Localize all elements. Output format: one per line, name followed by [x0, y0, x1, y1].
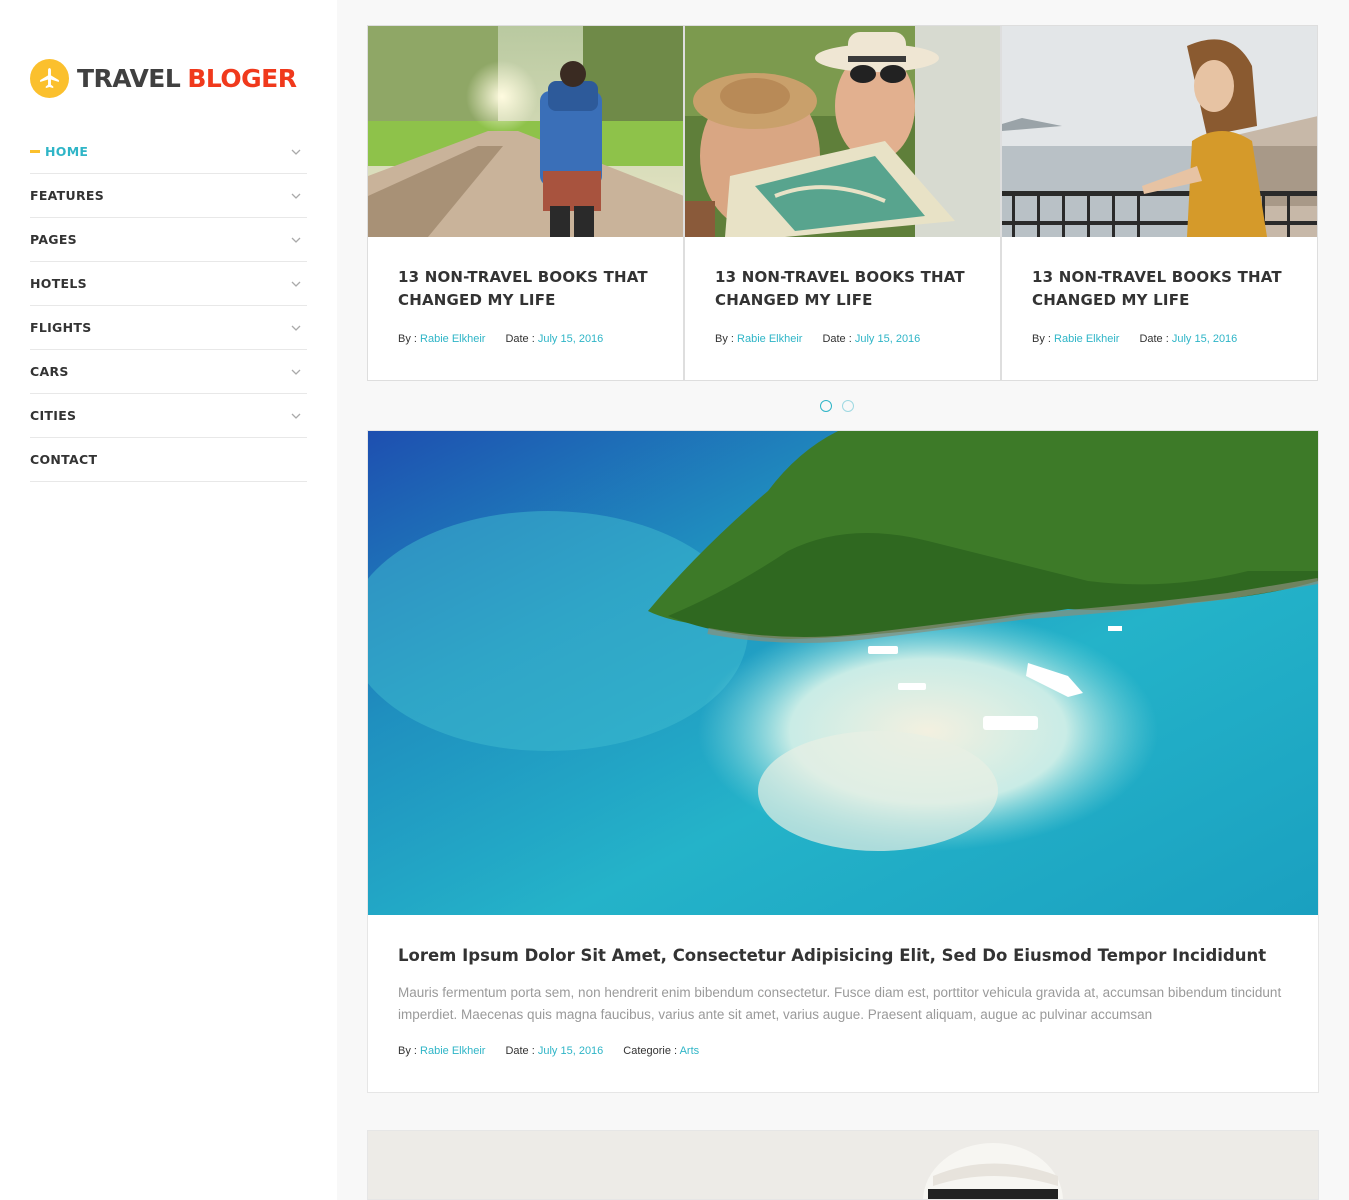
- date-link[interactable]: July 15, 2016: [538, 333, 603, 345]
- card-meta: By : Rabie Elkheir Date : July 15, 2016: [715, 333, 920, 345]
- nav-item-label: HOTELS: [30, 276, 87, 291]
- card-title[interactable]: 13 NON-TRAVEL BOOKS THAT CHANGED MY LIFE: [1032, 266, 1292, 312]
- slider-pagination: [820, 400, 854, 412]
- featured-slider: 13 NON-TRAVEL BOOKS THAT CHANGED MY LIFE…: [367, 25, 1319, 381]
- meta-date-label: Date :: [1139, 333, 1169, 345]
- chevron-down-icon[interactable]: [289, 145, 303, 159]
- main-nav: HOME FEATURES PAGES HOTELS FLIGHTS CARS CITIES…: [30, 130, 307, 482]
- slider-card[interactable]: 13 NON-TRAVEL BOOKS THAT CHANGED MY LIFE…: [684, 25, 1001, 381]
- meta-by-label: By :: [715, 333, 734, 345]
- airplane-icon: [30, 58, 69, 98]
- slider-card[interactable]: 13 NON-TRAVEL BOOKS THAT CHANGED MY LIFE…: [367, 25, 684, 381]
- meta-date-label: Date :: [505, 333, 535, 345]
- date-link[interactable]: July 15, 2016: [855, 333, 920, 345]
- meta-by-label: By :: [398, 1045, 417, 1057]
- chevron-down-icon[interactable]: [289, 189, 303, 203]
- card-title[interactable]: 13 NON-TRAVEL BOOKS THAT CHANGED MY LIFE: [715, 266, 975, 312]
- nav-label-text: PAGES: [30, 232, 77, 247]
- logo-text-bloger: BLOGER: [187, 63, 297, 93]
- nav-label-text: CARS: [30, 364, 69, 379]
- slider-dot-2[interactable]: [842, 400, 854, 412]
- card-meta: By : Rabie Elkheir Date : July 15, 2016: [398, 333, 603, 345]
- slider-card[interactable]: 13 NON-TRAVEL BOOKS THAT CHANGED MY LIFE…: [1001, 25, 1318, 381]
- chevron-down-icon[interactable]: [289, 321, 303, 335]
- chevron-down-icon[interactable]: [289, 409, 303, 423]
- nav-label-text: CONTACT: [30, 452, 98, 467]
- nav-item-pages[interactable]: PAGES: [30, 218, 307, 262]
- blog-post: Lorem Ipsum Dolor Sit Amet, Consectetur …: [367, 430, 1319, 1093]
- woman-balcony-photo[interactable]: [1002, 26, 1317, 237]
- couple-map-photo[interactable]: [685, 26, 1000, 237]
- date-link[interactable]: July 15, 2016: [538, 1045, 603, 1057]
- author-link[interactable]: Rabie Elkheir: [420, 1045, 485, 1057]
- nav-item-features[interactable]: FEATURES: [30, 174, 307, 218]
- nav-item-label: FLIGHTS: [30, 320, 92, 335]
- island-aerial-photo[interactable]: [368, 431, 1318, 915]
- post-title[interactable]: Lorem Ipsum Dolor Sit Amet, Consectetur …: [398, 946, 1266, 965]
- author-link[interactable]: Rabie Elkheir: [737, 333, 802, 345]
- meta-category-label: Categorie :: [623, 1045, 678, 1057]
- chevron-down-icon[interactable]: [289, 233, 303, 247]
- slider-dot-1[interactable]: [820, 400, 832, 412]
- nav-label-text: CITIES: [30, 408, 77, 423]
- meta-date-label: Date :: [822, 333, 852, 345]
- chevron-down-icon[interactable]: [289, 277, 303, 291]
- nav-label-text: HOME: [45, 144, 89, 159]
- author-link[interactable]: Rabie Elkheir: [1054, 333, 1119, 345]
- meta-by-label: By :: [1032, 333, 1051, 345]
- chevron-down-icon[interactable]: [289, 365, 303, 379]
- hat-photo[interactable]: [368, 1131, 1318, 1199]
- category-link[interactable]: Arts: [680, 1045, 700, 1057]
- post-excerpt: Mauris fermentum porta sem, non hendreri…: [398, 985, 1282, 1022]
- blog-post-next: [367, 1130, 1319, 1200]
- nav-item-contact[interactable]: CONTACT: [30, 438, 307, 482]
- sidebar: TRAVEL BLOGER HOME FEATURES PAGES HOTELS FLI…: [0, 0, 337, 1200]
- site-logo[interactable]: TRAVEL BLOGER: [30, 58, 297, 98]
- nav-item-label: CARS: [30, 364, 69, 379]
- nav-item-cars[interactable]: CARS: [30, 350, 307, 394]
- nav-item-label: CONTACT: [30, 452, 97, 467]
- card-meta: By : Rabie Elkheir Date : July 15, 2016: [1032, 333, 1237, 345]
- logo-text-travel: TRAVEL: [77, 63, 181, 93]
- nav-item-home[interactable]: HOME: [30, 130, 307, 174]
- author-link[interactable]: Rabie Elkheir: [420, 333, 485, 345]
- meta-by-label: By :: [398, 333, 417, 345]
- date-link[interactable]: July 15, 2016: [1172, 333, 1237, 345]
- nav-item-label: HOME: [30, 144, 88, 159]
- meta-date-label: Date :: [505, 1045, 535, 1057]
- nav-item-cities[interactable]: CITIES: [30, 394, 307, 438]
- nav-item-flights[interactable]: FLIGHTS: [30, 306, 307, 350]
- card-title[interactable]: 13 NON-TRAVEL BOOKS THAT CHANGED MY LIFE: [398, 266, 658, 312]
- hiker-photo[interactable]: [368, 26, 683, 237]
- post-meta: By : Rabie Elkheir Date : July 15, 2016 Ca…: [398, 1045, 699, 1057]
- nav-label-text: FEATURES: [30, 188, 105, 203]
- nav-item-label: FEATURES: [30, 188, 104, 203]
- nav-item-label: CITIES: [30, 408, 76, 423]
- active-indicator: [30, 150, 40, 153]
- nav-label-text: FLIGHTS: [30, 320, 92, 335]
- nav-item-label: PAGES: [30, 232, 77, 247]
- nav-item-hotels[interactable]: HOTELS: [30, 262, 307, 306]
- nav-label-text: HOTELS: [30, 276, 87, 291]
